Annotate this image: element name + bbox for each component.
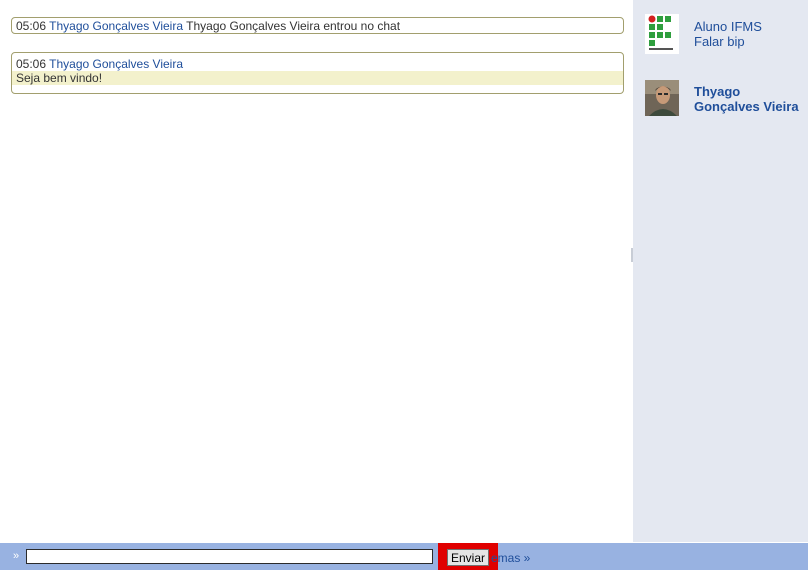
prompt-symbol: » [13,550,20,562]
send-button[interactable]: Enviar [447,549,489,566]
user-photo-avatar [645,80,679,116]
message-username-link[interactable]: Thyago Gonçalves Vieira [49,19,183,33]
user-message: 05:06 Thyago Gonçalves Vieira Seja bem v… [11,52,624,94]
message-time: 05:06 [16,57,47,71]
message-time: 05:06 [16,19,47,33]
themes-link[interactable]: emas » [491,551,530,565]
message-username-link[interactable]: Thyago Gonçalves Vieira [49,57,183,71]
message-composer-bar: » Enviar emas » [0,543,808,570]
message-input[interactable] [26,549,433,564]
message-text: Seja bem vindo! [12,71,623,85]
participant-name: Aluno IFMS [694,19,762,34]
message-text: Thyago Gonçalves Vieira entrou no chat [186,19,401,33]
participant-status: Falar bip [694,34,745,49]
participant-name: Thyago Gonçalves Vieira [694,84,799,114]
ifms-logo-icon [645,14,679,54]
participants-sidebar: Aluno IFMS Falar bip Thyago Gonçalves Vi… [633,0,808,542]
participant-label: Aluno IFMS Falar bip [694,19,762,49]
system-message: 05:06 Thyago Gonçalves Vieira Thyago Gon… [11,17,624,34]
chat-messages-area: 05:06 Thyago Gonçalves Vieira Thyago Gon… [0,0,630,542]
